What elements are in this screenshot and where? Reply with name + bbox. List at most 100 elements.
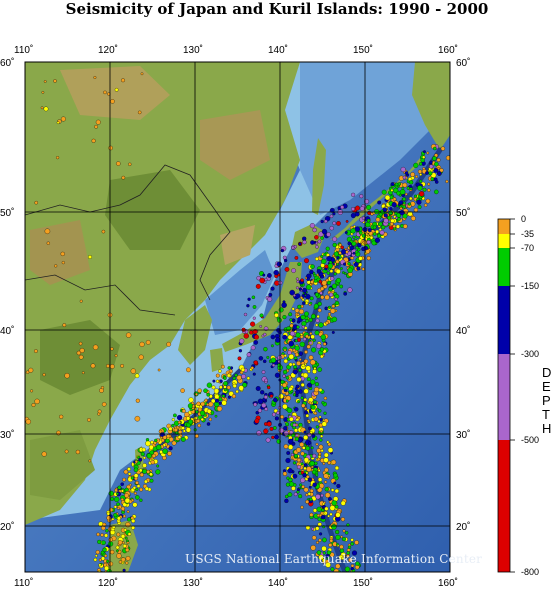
earthquake-point (391, 202, 397, 208)
earthquake-point (316, 407, 320, 411)
earthquake-point (303, 457, 309, 463)
earthquake-point (264, 407, 268, 411)
earthquake-point (361, 267, 365, 271)
earthquake-point (308, 401, 312, 405)
earthquake-point (307, 492, 311, 496)
earthquake-point (355, 250, 359, 254)
earthquake-point (314, 292, 320, 297)
earthquake-point (56, 156, 60, 160)
earthquake-point (302, 236, 307, 241)
earthquake-point (301, 298, 305, 302)
earthquake-point (343, 262, 347, 266)
earthquake-point (60, 116, 66, 122)
earthquake-point (378, 221, 383, 227)
earthquake-point (347, 287, 353, 293)
earthquake-point (252, 316, 256, 320)
earthquake-point (177, 435, 182, 439)
earthquake-point (295, 384, 300, 389)
earthquake-point (142, 463, 147, 468)
earthquake-point (221, 394, 226, 398)
earthquake-point (297, 262, 301, 266)
earthquake-point (287, 438, 294, 445)
earthquake-point (344, 231, 348, 234)
earthquake-point (298, 358, 302, 361)
earthquake-point (53, 79, 57, 83)
earthquake-point (262, 273, 266, 277)
earthquake-point (204, 398, 208, 403)
earthquake-point (238, 349, 243, 353)
earthquake-point (214, 414, 218, 418)
earthquake-point (329, 512, 333, 516)
earthquake-point (213, 388, 220, 394)
earthquake-point (434, 189, 439, 195)
earthquake-point (342, 271, 345, 274)
earthquake-point (329, 538, 334, 543)
earthquake-point (318, 538, 322, 542)
earthquake-point (64, 449, 69, 454)
earthquake-point (302, 472, 307, 478)
earthquake-point (173, 413, 177, 418)
earthquake-point (134, 415, 141, 422)
earthquake-point (221, 364, 225, 369)
earthquake-point (283, 258, 288, 263)
earthquake-point (141, 447, 146, 452)
earthquake-point (106, 559, 110, 563)
earthquake-point (98, 563, 102, 567)
earthquake-point (339, 544, 344, 550)
earthquake-point (122, 568, 126, 572)
earthquake-point (295, 286, 299, 290)
earthquake-point (108, 537, 113, 542)
earthquake-point (286, 326, 292, 332)
earthquake-point (349, 245, 354, 251)
earthquake-point (267, 385, 271, 390)
earthquake-point (31, 403, 36, 407)
earthquake-point (256, 430, 262, 436)
earthquake-point (294, 436, 299, 442)
earthquake-point (318, 279, 323, 284)
earthquake-point (304, 258, 309, 264)
earthquake-point (167, 451, 172, 456)
earthquake-point (374, 237, 380, 243)
earthquake-point (306, 277, 310, 281)
earthquake-point (117, 485, 122, 490)
earthquake-point (145, 440, 151, 447)
earthquake-point (320, 236, 324, 240)
earthquake-point (323, 473, 329, 479)
depth-label-35: -35 (521, 229, 535, 239)
earthquake-point (282, 369, 288, 375)
earthquake-point (206, 422, 211, 426)
earthquake-point (98, 558, 102, 562)
earthquake-point (60, 251, 65, 257)
earthquake-point (351, 192, 356, 197)
earthquake-point (303, 487, 309, 493)
earthquake-point (168, 446, 173, 451)
earthquake-point (283, 426, 288, 431)
depth-band-35-70 (498, 234, 510, 248)
earthquake-point (108, 490, 114, 496)
earthquake-point (313, 400, 317, 404)
earthquake-point (381, 189, 387, 195)
earthquake-point (366, 218, 371, 223)
earthquake-point (259, 277, 265, 284)
earthquake-point (332, 236, 338, 242)
earthquake-point (314, 235, 319, 240)
earthquake-point (445, 179, 449, 184)
earthquake-point (315, 323, 319, 327)
earthquake-point (317, 469, 321, 472)
earthquake-point (291, 246, 295, 250)
earthquake-point (137, 110, 142, 115)
earthquake-point (61, 261, 65, 265)
earthquake-point (352, 235, 356, 239)
earthquake-point (125, 332, 132, 338)
earthquake-point (275, 337, 281, 343)
earthquake-point (350, 541, 355, 546)
earthquake-point (294, 339, 298, 343)
earthquake-point (316, 343, 322, 349)
earthquake-point (34, 200, 38, 205)
earthquake-point (282, 403, 288, 410)
earthquake-point (326, 232, 331, 237)
earthquake-point (288, 481, 295, 487)
earthquake-point (327, 263, 333, 269)
earthquake-point (310, 334, 315, 340)
earthquake-point (388, 210, 393, 215)
